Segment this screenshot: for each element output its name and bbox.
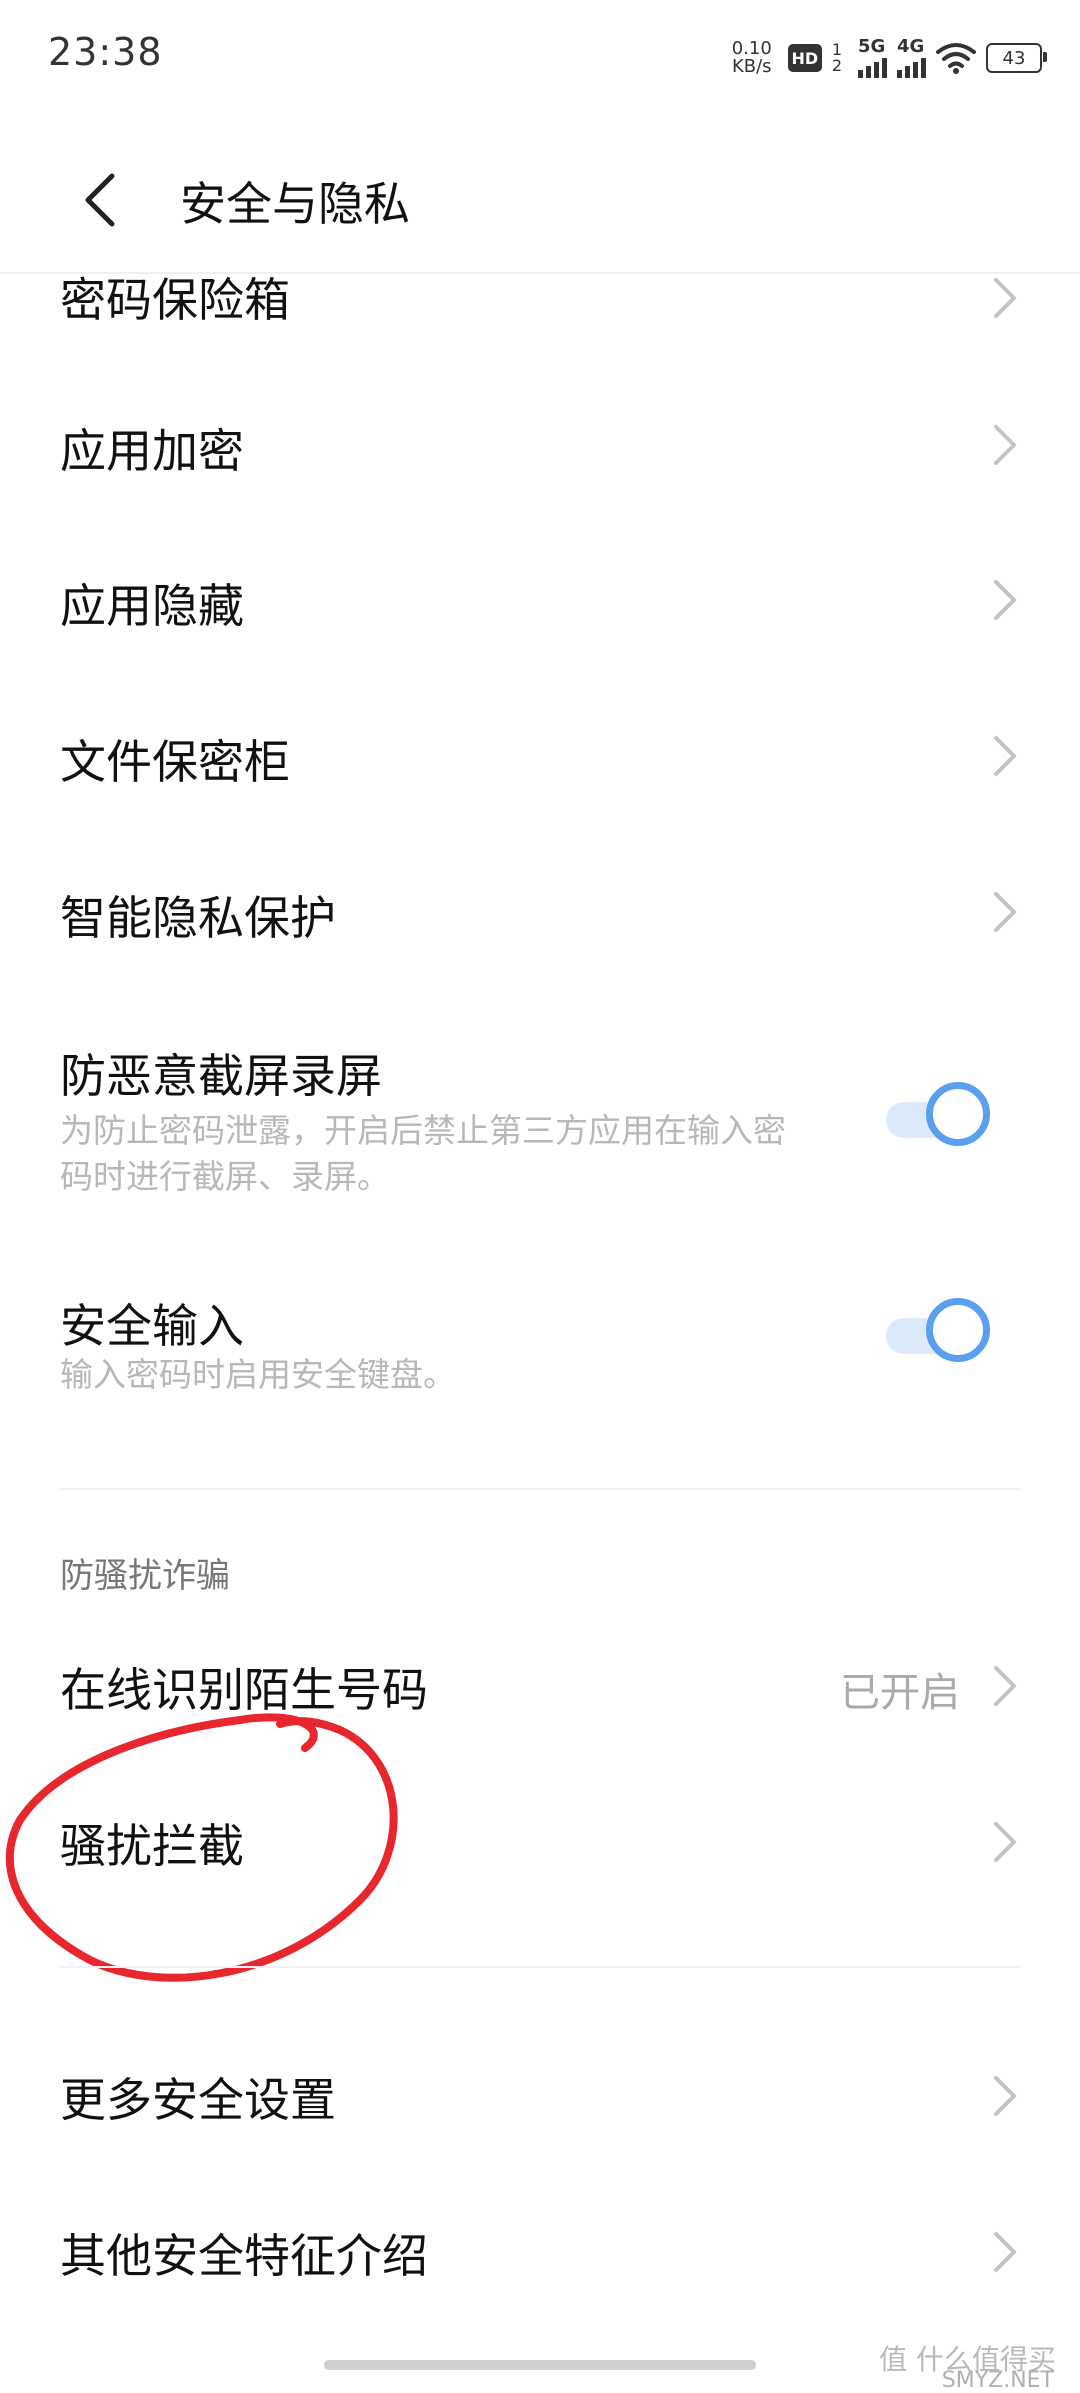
chevron-right-icon xyxy=(994,892,1016,932)
section-divider xyxy=(60,1488,1020,1490)
list-item-label: 应用隐藏 xyxy=(60,579,244,633)
list-item-label: 其他安全特征介绍 xyxy=(60,2229,428,2283)
list-item-label: 更多安全设置 xyxy=(60,2073,336,2127)
chevron-right-icon xyxy=(994,425,1016,465)
watermark-sub: SMYZ.NET xyxy=(941,2368,1054,2393)
hd-icon: HD xyxy=(787,44,822,72)
anti-screenshot-title: 防恶意截屏录屏 xyxy=(60,1049,382,1103)
chevron-right-icon xyxy=(994,1822,1016,1862)
sim2-label: 2 xyxy=(831,56,842,75)
list-item-anti-screenshot: 防恶意截屏录屏 为防止密码泄露，开启后禁止第三方应用在输入密 码时进行截屏、录屏… xyxy=(0,1030,1080,1210)
list-item-secure-input: 安全输入 输入密码时启用安全键盘。 xyxy=(0,1280,1080,1420)
list-item-file-safe[interactable]: 文件保密柜 xyxy=(0,706,1080,806)
list-item-password-vault[interactable]: 密码保险箱 xyxy=(0,270,1080,330)
section-divider xyxy=(60,1966,1020,1968)
list-item-smart-privacy[interactable]: 智能隐私保护 xyxy=(0,862,1080,962)
list-item-more-settings[interactable]: 更多安全设置 xyxy=(0,2040,1080,2150)
list-item-label: 应用加密 xyxy=(60,424,244,478)
back-button[interactable] xyxy=(60,160,140,240)
status-icons: 0.10 KB/s HD 1 2 5G 4G 43 xyxy=(732,34,1047,82)
list-item-app-hide[interactable]: 应用隐藏 xyxy=(0,550,1080,650)
network-speed-unit: KB/s xyxy=(731,56,772,77)
chevron-right-icon xyxy=(994,1666,1016,1706)
secure-input-desc: 输入密码时启用安全键盘。 xyxy=(60,1355,456,1394)
secure-input-toggle[interactable] xyxy=(886,1298,1004,1370)
back-chevron-icon xyxy=(85,173,115,227)
secure-input-title: 安全输入 xyxy=(60,1299,244,1353)
list-item-other-features[interactable]: 其他安全特征介绍 xyxy=(0,2196,1080,2306)
chevron-right-icon xyxy=(994,278,1016,318)
toggle-knob xyxy=(926,1082,990,1146)
anti-screenshot-toggle[interactable] xyxy=(886,1082,1004,1154)
list-item-label: 文件保密柜 xyxy=(60,735,290,789)
battery-icon: 43 xyxy=(986,43,1047,73)
wifi-icon xyxy=(936,43,976,74)
signal-5g-label: 5G xyxy=(858,36,886,57)
network-speed: 0.10 KB/s xyxy=(732,40,772,76)
home-indicator[interactable] xyxy=(324,2360,756,2370)
list-item-app-lock[interactable]: 应用加密 xyxy=(0,395,1080,495)
online-identify-status: 已开启 xyxy=(840,1670,960,1716)
toggle-knob xyxy=(926,1298,990,1362)
signal-5g-icon: 5G xyxy=(858,38,887,78)
list-item-label: 智能隐私保护 xyxy=(60,891,336,945)
chevron-right-icon xyxy=(994,580,1016,620)
section-label-anti-fraud: 防骚扰诈骗 xyxy=(60,1556,230,1596)
list-item-label: 密码保险箱 xyxy=(60,273,290,327)
chevron-right-icon xyxy=(994,2232,1016,2272)
anti-screenshot-desc-line1: 为防止密码泄露，开启后禁止第三方应用在输入密 xyxy=(60,1111,786,1150)
chevron-right-icon xyxy=(994,2076,1016,2116)
anti-screenshot-desc-line2: 码时进行截屏、录屏。 xyxy=(60,1157,390,1196)
signal-4g-label: 4G xyxy=(897,36,925,57)
signal-4g-icon: 4G xyxy=(897,38,926,78)
status-time: 23:38 xyxy=(48,30,163,74)
page-title: 安全与隐私 xyxy=(180,177,410,231)
annotation-circle xyxy=(5,1713,398,1982)
sim-indicator: 1 2 xyxy=(832,42,842,74)
chevron-right-icon xyxy=(994,736,1016,776)
